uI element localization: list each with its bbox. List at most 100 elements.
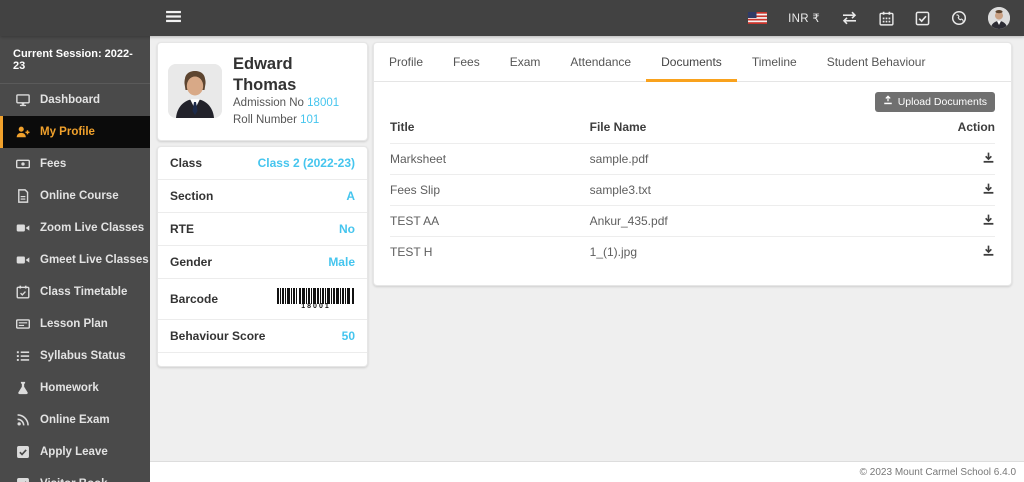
sidebar-item-label: Syllabus Status [40,350,126,362]
menu-icon [166,10,181,26]
detail-value: No [339,221,355,236]
sidebar-item-syllabus-status[interactable]: Syllabus Status [0,340,150,372]
rss-icon [16,413,30,427]
tab-exam[interactable]: Exam [495,43,556,82]
download-button[interactable] [982,151,995,164]
session-label: Current Session: 2022-23 [0,36,150,84]
roll-number-label: Roll Number [233,113,297,126]
roll-number-line: Roll Number 101 [233,112,357,129]
download-button[interactable] [982,244,995,257]
tab-attendance[interactable]: Attendance [555,43,646,82]
upload-documents-button[interactable]: Upload Documents [874,92,995,112]
sidebar-toggle-button[interactable] [166,10,181,26]
detail-label: Section [170,188,214,203]
sidebar-item-my-profile[interactable]: My Profile [0,116,150,148]
student-summary-column: Edward Thomas Admission No 18001 Roll Nu… [157,42,368,367]
sidebar-item-label: Online Course [40,190,119,202]
detail-row-barcode: Barcode 18001 [158,279,367,320]
detail-value: Class 2 (2022-23) [257,155,355,170]
download-button[interactable] [982,213,995,226]
footer-copyright: © 2023 Mount Carmel School 6.4.0 [150,461,1024,482]
sidebar-item-dashboard[interactable]: Dashboard [0,84,150,116]
sidebar-item-label: Zoom Live Classes [40,222,145,234]
admission-no-value: 18001 [307,97,340,110]
document-title: Fees Slip [390,174,590,206]
detail-label: Class [170,155,203,170]
chat-icon[interactable] [951,10,967,26]
table-header-row: Title File Name Action [390,114,995,144]
document-title: TEST H [390,236,590,267]
student-photo [168,64,222,119]
detail-label: Gender [170,254,213,269]
table-row: Marksheet sample.pdf [390,143,995,175]
tab-documents[interactable]: Documents [646,43,737,82]
upload-documents-label: Upload Documents [897,95,987,108]
sidebar-item-online-course[interactable]: Online Course [0,180,150,212]
document-file-name: 1_(1).jpg [589,236,935,267]
sidebar-item-online-exam[interactable]: Online Exam [0,404,150,436]
user-avatar[interactable] [988,7,1010,29]
sidebar-item-label: Class Timetable [40,286,128,298]
us-flag-icon[interactable] [748,12,768,24]
sidebar-item-gmeet-live-classes[interactable]: Gmeet Live Classes [0,244,150,276]
detail-label: Behaviour Score [170,328,266,343]
sidebar-item-label: Online Exam [40,414,110,426]
currency-selector[interactable]: INR ₹ [788,11,820,25]
tab-fees[interactable]: Fees [438,43,495,82]
tab-student-behaviour[interactable]: Student Behaviour [812,43,941,82]
document-title: Marksheet [390,143,590,175]
sidebar-item-label: Gmeet Live Classes [40,254,149,266]
sidebar-item-label: Homework [40,382,99,394]
sidebar-item-apply-leave[interactable]: Apply Leave [0,436,150,468]
upload-icon [883,95,893,108]
monitor-icon [16,93,30,107]
sidebar-nav: Dashboard My Profile Fees Online Course [0,84,150,482]
detail-row-rte: RTE No [158,213,367,246]
task-check-icon[interactable] [915,11,930,26]
user-plus-icon [16,125,30,139]
sidebar-item-fees[interactable]: Fees [0,148,150,180]
document-title: TEST AA [390,205,590,237]
detail-value: Male [328,254,355,269]
sidebar-item-zoom-live-classes[interactable]: Zoom Live Classes [0,212,150,244]
documents-panel: Upload Documents Title File Name Action [374,82,1011,285]
sidebar-item-label: My Profile [40,126,95,138]
student-details-card: Class Class 2 (2022-23) Section A RTE No… [157,145,368,367]
column-header-file-name: File Name [589,120,647,134]
sidebar-item-class-timetable[interactable]: Class Timetable [0,276,150,308]
sidebar-item-visitor-book[interactable]: Visitor Book [0,468,150,482]
sidebar-item-homework[interactable]: Homework [0,372,150,404]
file-icon [16,189,30,203]
student-profile-card: Edward Thomas Admission No 18001 Roll Nu… [157,42,368,141]
main-content: Edward Thomas Admission No 18001 Roll Nu… [150,36,1024,482]
sidebar: Current Session: 2022-23 Dashboard My Pr… [0,36,150,482]
lesson-card-icon [16,317,30,331]
admission-no-line: Admission No 18001 [233,95,357,112]
sidebar-item-lesson-plan[interactable]: Lesson Plan [0,308,150,340]
column-header-action: Action [957,120,995,134]
barcode-image: 18001 [277,287,355,310]
app-root: INR ₹ Current Session: 2022-23 Dashboard… [0,0,1024,482]
money-icon [16,157,30,171]
list-icon [16,349,30,363]
roll-number-value: 101 [300,113,320,126]
tab-bar: Profile Fees Exam Attendance Documents T… [374,43,1011,82]
admission-no-label: Admission No [233,97,304,110]
download-icon [983,245,994,256]
tab-timeline[interactable]: Timeline [737,43,812,82]
documents-table: Title File Name Action Marksheet sample.… [390,114,995,267]
table-row: TEST AA Ankur_435.pdf [390,205,995,237]
sidebar-item-label: Visitor Book [40,478,108,482]
tab-profile[interactable]: Profile [374,43,438,82]
detail-value: 50 [341,328,355,343]
calendar-icon[interactable] [879,11,894,26]
video-camera-icon [16,253,30,267]
download-button[interactable] [982,182,995,195]
student-identity: Edward Thomas Admission No 18001 Roll Nu… [233,54,357,129]
document-file-name: Ankur_435.pdf [589,205,935,237]
top-navbar: INR ₹ [0,0,1024,36]
calendar-icon [16,285,30,299]
exchange-arrows-icon[interactable] [841,11,858,25]
sidebar-item-label: Fees [40,158,67,170]
sidebar-item-label: Dashboard [40,94,101,106]
